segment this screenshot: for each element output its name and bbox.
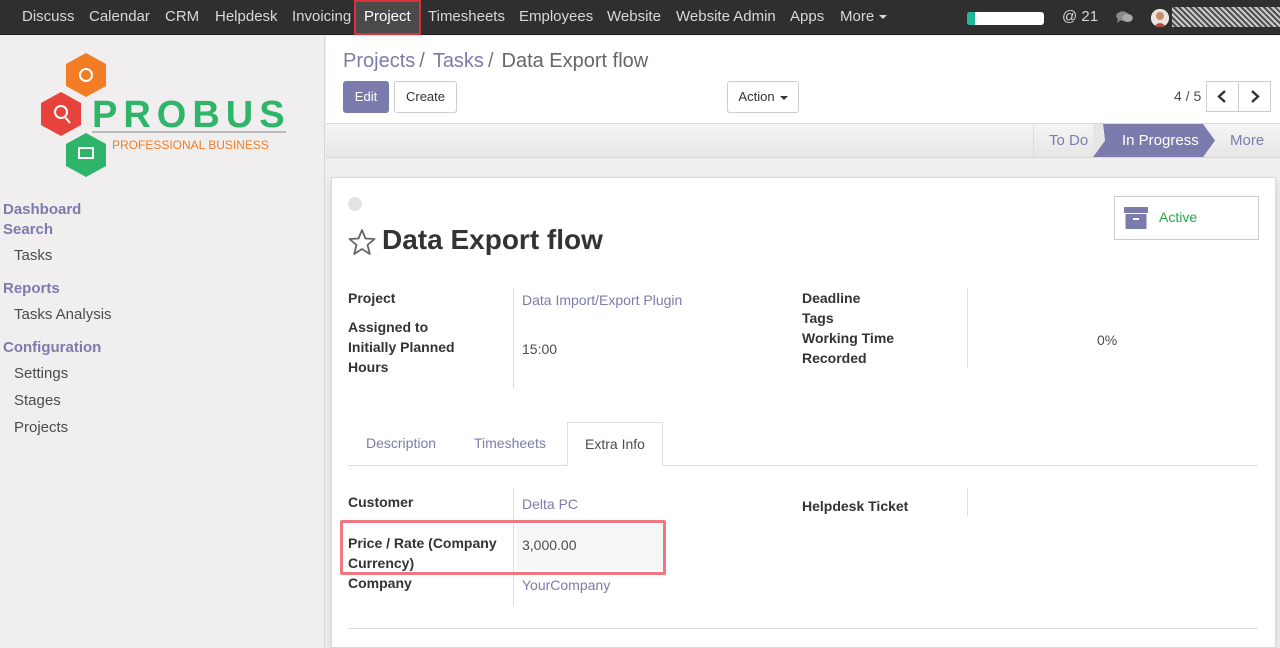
progress-fill — [967, 12, 975, 25]
pager-value[interactable]: 4 / 5 — [1174, 88, 1201, 104]
stage-statusbar: To Do In Progress More — [326, 124, 1280, 158]
tab-extra-info[interactable]: Extra Info — [567, 422, 663, 466]
nav-calendar[interactable]: Calendar — [89, 0, 150, 35]
activity-progress-bar[interactable] — [967, 12, 1044, 25]
tab-timesheets[interactable]: Timesheets — [474, 422, 546, 466]
logo-wordmark: PROBUSE — [92, 94, 290, 136]
working-time-value: 0% — [1097, 332, 1118, 348]
stage-in-progress[interactable]: In Progress — [1122, 124, 1199, 157]
action-dropdown-button[interactable]: Action — [727, 81, 799, 113]
obscured-username[interactable] — [1172, 7, 1280, 27]
stage-todo[interactable]: To Do — [1049, 124, 1088, 157]
deadline-label: Deadline — [802, 290, 861, 306]
working-time-label: Working Time Recorded — [802, 330, 895, 366]
nav-crm[interactable]: CRM — [165, 0, 199, 35]
edit-button[interactable]: Edit — [343, 81, 389, 113]
field-divider — [967, 488, 968, 516]
breadcrumb: Projects / Tasks / Data Export flow — [343, 50, 648, 73]
breadcrumb-separator: / — [487, 50, 494, 72]
pager-next-button[interactable] — [1238, 81, 1271, 112]
archive-status: Active — [1159, 209, 1198, 225]
top-navbar: Discuss Calendar CRM Helpdesk Invoicing … — [0, 0, 1280, 35]
nav-timesheets[interactable]: Timesheets — [428, 0, 505, 35]
field-divider — [967, 288, 968, 368]
caret-down-icon — [779, 95, 788, 100]
nav-employees[interactable]: Employees — [519, 0, 593, 35]
breadcrumb-projects[interactable]: Projects — [343, 50, 415, 72]
record-title: Data Export flow — [382, 224, 603, 255]
chevron-left-icon — [1217, 90, 1226, 103]
action-label: Action — [738, 89, 775, 104]
logo-tagline: PROFESSIONAL BUSINESS — [112, 138, 269, 152]
project-value-link[interactable]: Data Import/Export Plugin — [522, 290, 682, 310]
sidebar-heading-configuration[interactable]: Configuration — [3, 339, 101, 356]
company-value-link[interactable]: YourCompany — [522, 575, 610, 595]
stage-more[interactable]: More — [1230, 124, 1264, 157]
nav-project[interactable]: Project — [354, 0, 421, 35]
chevron-right-icon — [1251, 90, 1260, 103]
nav-discuss[interactable]: Discuss — [22, 0, 75, 35]
sidebar-item-settings[interactable]: Settings — [14, 365, 68, 382]
create-button[interactable]: Create — [394, 81, 457, 113]
nav-helpdesk[interactable]: Helpdesk — [215, 0, 278, 35]
nav-invoicing[interactable]: Invoicing — [292, 0, 351, 35]
sidebar-item-stages[interactable]: Stages — [14, 392, 61, 409]
kanban-state-indicator[interactable] — [348, 197, 362, 211]
form-sheet: Data Export flow Active Project Data Imp… — [331, 177, 1276, 648]
sidebar-item-tasks[interactable]: Tasks — [14, 247, 52, 264]
breadcrumb-current: Data Export flow — [501, 50, 649, 72]
nav-more-dropdown[interactable]: More — [840, 0, 888, 35]
planned-hours-value: 15:00 — [522, 341, 558, 357]
customer-value-link[interactable]: Delta PC — [522, 494, 578, 514]
company-logo[interactable]: PROBUSE PROFESSIONAL BUSINESS — [36, 50, 290, 186]
breadcrumb-separator: / — [419, 50, 425, 72]
sidebar: PROBUSE PROFESSIONAL BUSINESS Dashboard … — [0, 36, 325, 648]
tags-label: Tags — [802, 310, 834, 326]
assigned-to-label: Assigned to — [348, 319, 429, 335]
sidebar-item-projects[interactable]: Projects — [14, 419, 68, 436]
user-avatar[interactable] — [1151, 9, 1169, 27]
planned-hours-label: Initially Planned Hours — [348, 339, 455, 375]
breadcrumb-tasks[interactable]: Tasks — [433, 50, 484, 72]
control-panel: Projects / Tasks / Data Export flow Edit Cre… — [326, 36, 1280, 124]
mentions-counter[interactable]: @ 21 — [1062, 0, 1098, 34]
pager-previous-button[interactable] — [1206, 81, 1239, 112]
chat-bubbles-icon[interactable] — [1116, 11, 1133, 24]
nav-more-label: More — [840, 8, 875, 25]
sidebar-item-tasks-analysis[interactable]: Tasks Analysis — [14, 306, 112, 323]
nav-apps[interactable]: Apps — [790, 0, 824, 35]
nav-website[interactable]: Website — [607, 0, 661, 35]
sidebar-heading-reports[interactable]: Reports — [3, 280, 60, 297]
sidebar-heading-dashboard[interactable]: Dashboard — [3, 201, 81, 218]
price-rate-highlight-box — [340, 520, 666, 575]
field-divider — [513, 288, 514, 388]
nav-website-admin[interactable]: Website Admin — [676, 0, 776, 35]
caret-down-icon — [879, 15, 888, 20]
project-label: Project — [348, 290, 396, 306]
tab-description[interactable]: Description — [366, 422, 436, 466]
sheet-divider — [348, 628, 1258, 629]
star-icon[interactable] — [348, 228, 376, 256]
helpdesk-ticket-label: Helpdesk Ticket — [802, 498, 909, 514]
archive-toggle-button[interactable]: Active — [1114, 196, 1259, 240]
archive-box-icon — [1124, 207, 1148, 229]
sidebar-heading-search[interactable]: Search — [3, 221, 53, 238]
company-label: Company — [348, 575, 412, 591]
customer-label: Customer — [348, 494, 414, 510]
